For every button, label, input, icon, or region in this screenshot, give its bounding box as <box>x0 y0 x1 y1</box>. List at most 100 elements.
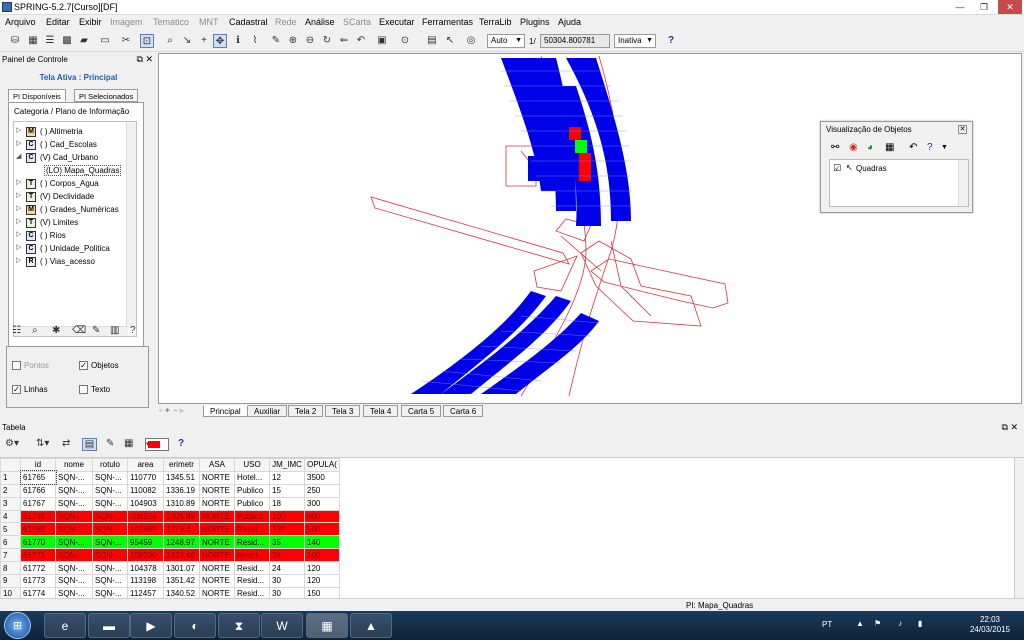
spreadsheet-icon[interactable]: ▦ <box>124 438 133 449</box>
zoom-area-icon[interactable]: ⌕ <box>163 34 177 48</box>
tab-pi-selecionados[interactable]: PI Selecionados <box>74 89 139 102</box>
column-header-area[interactable]: area <box>127 458 164 472</box>
network-tray-icon[interactable]: ⚑ <box>874 619 881 628</box>
table-cell[interactable]: Resid... <box>234 535 270 550</box>
network-icon[interactable]: ⚯ <box>831 142 839 153</box>
table-cell[interactable]: NORTE <box>199 574 235 588</box>
table-row[interactable]: 1 61765 SQN-... SQN-... 110770 1345.51 NORTE Ho… <box>0 470 340 486</box>
table-row[interactable]: 7 61771 SQN-... SQN-... 108330 1323.46 NORTE Re… <box>0 548 340 563</box>
tab-nav-icon[interactable]: ▫ ✦ − ▹ <box>159 406 184 415</box>
linhas-checkbox[interactable]: ✓ Linhas <box>12 385 48 395</box>
tree-item[interactable]: ▷ T ( ) Corpos_Agua <box>14 178 126 191</box>
project-icon[interactable]: ▦ <box>26 34 40 48</box>
table-cell[interactable]: 24 <box>269 548 305 563</box>
tree-item[interactable]: ◢ C (V) Cad_Urbano <box>14 152 126 165</box>
table-cell[interactable]: 300 <box>304 496 340 511</box>
column-header-asa[interactable]: ASA <box>199 458 235 472</box>
table-cell[interactable]: 1351.42 <box>163 574 200 588</box>
table-cell[interactable]: 120 <box>304 561 340 576</box>
color-picker-button[interactable]: ▾ <box>145 438 169 451</box>
table-cell[interactable]: 1301.07 <box>163 561 200 576</box>
table-cell[interactable]: 1310.89 <box>163 496 200 511</box>
pan-icon[interactable]: ✥ <box>213 34 227 48</box>
objetos-checkbox[interactable]: ✓ Objetos <box>79 361 119 371</box>
table-icon[interactable]: ▦ <box>885 142 894 153</box>
row-number[interactable]: 3 <box>0 496 21 511</box>
menu-rede[interactable]: Rede <box>275 17 297 27</box>
undo-icon[interactable]: ↶ <box>354 34 368 48</box>
table-cell[interactable]: 400 <box>304 509 340 524</box>
tree-item[interactable]: (LO) Mapa_Quadras <box>14 165 126 178</box>
table-cell[interactable]: 140 <box>304 535 340 550</box>
search-icon[interactable]: ⌕ <box>32 325 38 336</box>
table-row[interactable]: 9 61773 SQN-... SQN-... 113198 1351.42 NORTE Re… <box>0 574 340 588</box>
table-cell[interactable]: 250 <box>304 483 340 498</box>
table-row[interactable]: 2 61766 SQN-... SQN-... 110082 1336.19 NORTE Pu… <box>0 483 340 498</box>
table-cell[interactable]: 30 <box>269 574 305 588</box>
help-icon[interactable]: ? <box>130 325 136 336</box>
table-cell[interactable]: 61765 <box>19 470 57 486</box>
table-cell[interactable]: Publico <box>234 509 270 524</box>
row-number[interactable]: 8 <box>0 561 21 576</box>
word-icon[interactable]: W <box>261 613 303 638</box>
pencil-icon[interactable]: ✎ <box>269 34 283 48</box>
table-cell[interactable]: Publico <box>234 483 270 498</box>
chevron-down-icon[interactable]: ▼ <box>941 144 948 151</box>
menu-arquivo[interactable]: Arquivo <box>5 17 36 27</box>
zoom-in-arrow-icon[interactable]: ↘ <box>180 34 194 48</box>
properties-icon[interactable]: ▥ <box>110 325 119 336</box>
layers-icon[interactable]: ☰ <box>43 34 57 48</box>
help-icon[interactable]: ? <box>664 34 678 48</box>
table-cell[interactable]: 61766 <box>20 483 56 498</box>
table-row[interactable]: 4 61768 SQN-... SQN-... 106524 1305.89 NORTE Pu… <box>0 509 340 524</box>
table-cell[interactable]: SQN-... <box>55 509 93 524</box>
tab-pi-disponiveis[interactable]: PI Disponíveis <box>8 89 66 102</box>
menu-plugins[interactable]: Plugins <box>520 17 550 27</box>
quadra-selected-green[interactable] <box>575 140 587 153</box>
texto-checkbox[interactable]: Texto <box>79 385 110 395</box>
table-cell[interactable]: 1345.51 <box>163 470 200 485</box>
menu-executar[interactable]: Executar <box>379 17 415 27</box>
column-header-rotulo[interactable]: rotulo <box>92 458 128 472</box>
table-cell[interactable]: 101699 <box>127 522 164 537</box>
table-cell[interactable]: 120 <box>304 574 340 588</box>
zoom-options-icon[interactable]: ⊙ <box>398 34 412 48</box>
table-cell[interactable]: 1248.97 <box>163 535 200 550</box>
spring-icon[interactable]: ▦ <box>306 613 348 638</box>
tree-item[interactable]: ▷ C ( ) Cad_Escolas <box>14 139 126 152</box>
table-cell[interactable]: 104378 <box>127 561 164 576</box>
tray-expand-icon[interactable]: ▲ <box>856 619 864 628</box>
export-icon[interactable]: ⇄ <box>62 438 70 449</box>
table-cell[interactable]: NORTE <box>199 535 235 550</box>
table-cell[interactable]: NORTE <box>199 561 235 576</box>
style-icon[interactable]: ✱ <box>52 325 60 336</box>
tree-item[interactable]: ▷ M ( ) Altimetria <box>14 126 126 139</box>
table-cell[interactable]: SQN-... <box>55 548 93 563</box>
list-icon[interactable]: ☷ <box>12 325 21 336</box>
table-cell[interactable]: SQN-... <box>55 574 93 588</box>
tree-expander-icon[interactable]: ▷ <box>16 217 21 225</box>
table-cell[interactable]: 110082 <box>127 483 164 498</box>
terraview-icon[interactable]: ▲ <box>350 613 392 638</box>
table-cell[interactable]: SQN-... <box>92 535 128 550</box>
select-tool-icon[interactable]: ⊡ <box>140 34 154 48</box>
state-select[interactable]: Inativa ▼ <box>614 34 656 48</box>
table-cell[interactable]: 15 <box>269 483 305 498</box>
menu-tematico[interactable]: Temático <box>153 17 189 27</box>
close-icon[interactable]: ✕ <box>958 125 967 134</box>
quadra-selected-red[interactable] <box>579 153 591 181</box>
row-number[interactable]: 9 <box>0 574 21 588</box>
table-cell[interactable]: SQN-... <box>92 561 128 576</box>
menu-scarta[interactable]: SCarta <box>343 17 371 27</box>
tree-expander-icon[interactable]: ▷ <box>16 243 21 251</box>
pontos-checkbox[interactable]: Pontos <box>12 361 49 371</box>
table-cell[interactable]: 61773 <box>20 574 56 588</box>
table-cell[interactable]: 1279.4 <box>163 522 200 537</box>
clock[interactable]: 22:03 24/03/2015 <box>970 615 1010 635</box>
table-cell[interactable]: SQN-... <box>92 470 128 485</box>
column-header-perimetro[interactable]: erimetr <box>163 458 200 472</box>
back-icon[interactable]: ⇐ <box>337 34 351 48</box>
table-cell[interactable]: NORTE <box>199 522 235 537</box>
table-cell[interactable]: 35 <box>269 535 305 550</box>
tab-carta-6[interactable]: Carta 6 <box>443 405 484 417</box>
